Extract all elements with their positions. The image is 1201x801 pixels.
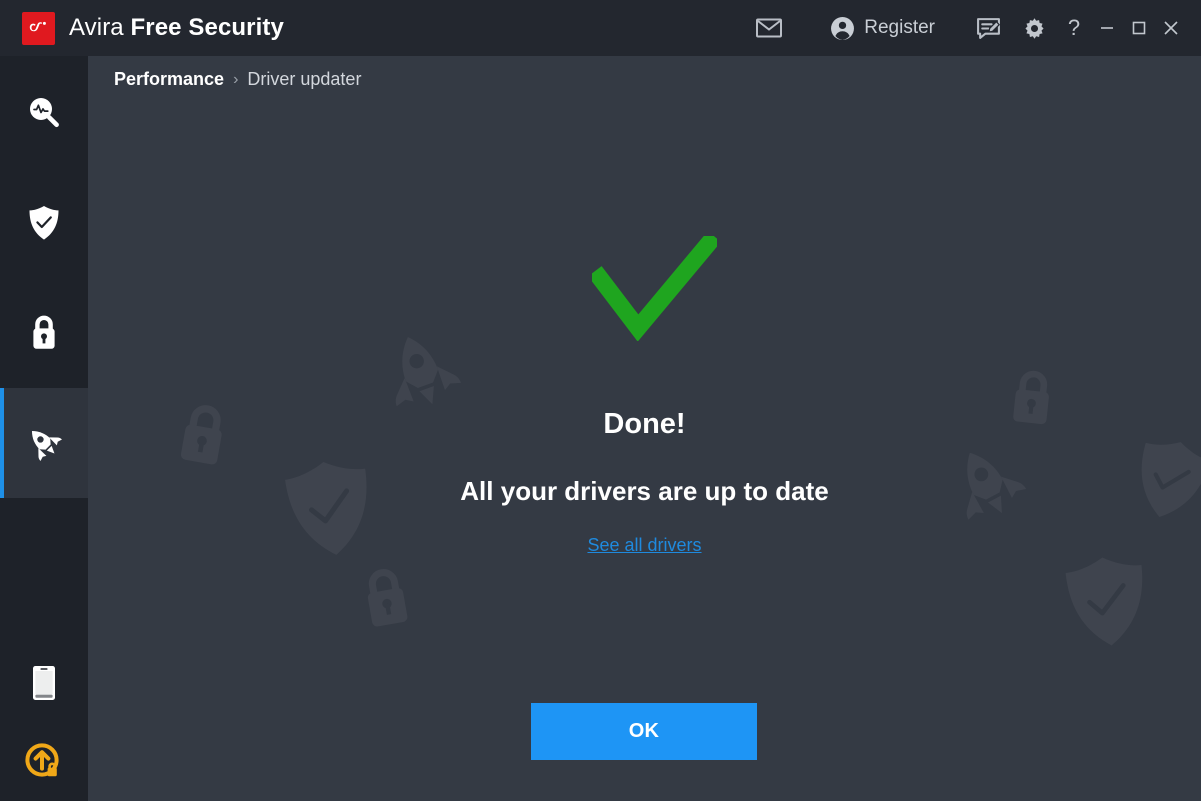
sidebar-item-upgrade[interactable] — [0, 721, 88, 801]
green-checkmark-icon — [588, 231, 721, 342]
status-message: All your drivers are up to date — [460, 476, 829, 506]
gear-icon[interactable] — [1013, 0, 1055, 56]
see-all-drivers-row: See all drivers — [88, 535, 1201, 556]
mail-icon[interactable] — [748, 0, 790, 56]
driver-updater-result: Done! All your drivers are up to date Se… — [88, 56, 1201, 801]
app-brand: Avira Free Security — [22, 11, 284, 45]
close-button[interactable] — [1155, 0, 1187, 56]
sidebar-item-status[interactable] — [0, 58, 88, 168]
app-title-light: Avira — [69, 14, 124, 41]
sidebar-item-security[interactable] — [0, 168, 88, 278]
app-title: Avira Free Security — [69, 14, 284, 42]
feedback-icon[interactable] — [967, 0, 1009, 56]
register-label: Register — [864, 17, 935, 38]
minimize-button[interactable] — [1091, 0, 1123, 56]
upgrade-badge-icon — [23, 740, 65, 782]
register-button[interactable]: Register — [826, 0, 945, 56]
account-icon — [830, 16, 855, 41]
ok-button[interactable]: OK — [531, 703, 757, 760]
sidebar-item-privacy[interactable] — [0, 278, 88, 388]
help-button[interactable]: ? — [1057, 0, 1091, 56]
see-all-drivers-link[interactable]: See all drivers — [587, 535, 701, 555]
content-area: Performance › Driver updater Done! All y… — [88, 56, 1201, 801]
lock-icon — [30, 314, 58, 352]
sidebar — [0, 56, 88, 801]
sidebar-bottom-group — [0, 645, 88, 801]
title-bar: Avira Free Security Register ? — [0, 0, 1201, 56]
scan-status-icon — [25, 94, 63, 132]
avira-logo-icon — [22, 11, 55, 45]
maximize-button[interactable] — [1123, 0, 1155, 56]
app-title-bold: Free Security — [130, 14, 284, 41]
rocket-icon — [24, 423, 64, 463]
avira-window: Avira Free Security Register ? Performan… — [0, 0, 1201, 801]
titlebar-actions: Register ? — [748, 0, 1201, 56]
shield-check-icon — [27, 204, 61, 242]
page-title: Done! — [603, 408, 686, 440]
sidebar-item-performance[interactable] — [0, 388, 88, 498]
sidebar-item-mobile[interactable] — [0, 645, 88, 721]
mobile-device-icon — [31, 664, 57, 702]
